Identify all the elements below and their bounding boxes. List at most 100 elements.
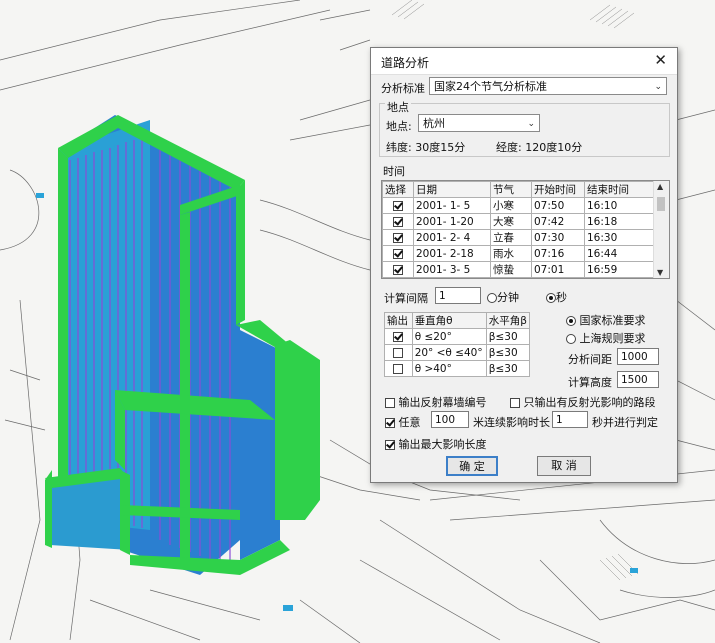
time-table-row[interactable]: 2001- 2- 4 立春 07:30 16:30 — [382, 229, 654, 246]
dialog-titlebar: 道路分析 ✕ — [371, 48, 677, 75]
col-horizontal: 水平角β — [485, 312, 531, 329]
cell-vertical: θ ≤20° — [411, 328, 487, 345]
distance-label: 分析间距 — [568, 353, 612, 366]
rule-national-radio[interactable]: 国家标准要求 — [566, 312, 646, 328]
cell-horizontal: β≤30 — [485, 344, 531, 361]
time-table-row[interactable]: 2001- 1-20 大寒 07:42 16:18 — [382, 213, 654, 230]
chevron-down-icon: ⌄ — [654, 82, 662, 92]
unit-second-label: 秒 — [556, 291, 567, 304]
standard-select[interactable]: 国家24个节气分析标准 ⌄ — [429, 77, 667, 95]
cell-horizontal: β≤30 — [485, 360, 531, 377]
cell-term: 惊蛰 — [490, 261, 532, 278]
checkbox-checked-icon[interactable] — [393, 248, 403, 259]
time-table: 选择 日期 节气 开始时间 结束时间 2001- 1- 5 小寒 07:50 16:1… — [381, 180, 670, 279]
interval-input[interactable]: 1 — [435, 287, 481, 304]
scroll-thumb[interactable] — [657, 197, 665, 211]
unit-minute-label: 分钟 — [497, 291, 519, 304]
opt-output-curtain[interactable]: 输出反射幕墙编号 — [385, 394, 487, 410]
unit-minute-radio[interactable]: 分钟 — [487, 289, 519, 305]
opt-output-curtain-label: 输出反射幕墙编号 — [398, 396, 487, 409]
col-output: 输出 — [384, 312, 413, 329]
unit-second-radio[interactable]: 秒 — [546, 289, 567, 305]
checkbox-icon[interactable] — [393, 347, 404, 358]
row-output-cell[interactable] — [384, 360, 413, 377]
opt-only-affected[interactable]: 只输出有反射光影响的路段 — [510, 394, 656, 410]
time-table-scrollbar[interactable]: ▲ ▼ — [653, 181, 669, 278]
radio-icon — [566, 334, 576, 344]
row-output-cell[interactable] — [384, 328, 413, 345]
time-table-row[interactable]: 2001- 2-18 雨水 07:16 16:44 — [382, 245, 654, 262]
checkbox-checked-icon[interactable] — [393, 264, 403, 275]
opt-duration-input[interactable]: 1 — [552, 411, 588, 428]
opt-max-length[interactable]: 输出最大影响长度 — [385, 436, 487, 452]
cell-date: 2001- 3- 5 — [413, 261, 491, 278]
scroll-down-icon[interactable]: ▼ — [657, 268, 663, 277]
standard-select-value: 国家24个节气分析标准 — [434, 80, 547, 93]
location-group-label: 地点 — [385, 99, 411, 115]
row-select-cell[interactable] — [382, 261, 414, 278]
time-table-row[interactable]: 2001- 1- 5 小寒 07:50 16:10 — [382, 197, 654, 214]
opt-any-distance-input[interactable]: 100 — [431, 411, 469, 428]
cell-term: 立春 — [490, 229, 532, 246]
dialog-title: 道路分析 — [381, 56, 430, 70]
cell-vertical: 20° <θ ≤40° — [411, 344, 487, 361]
radio-icon — [487, 293, 497, 303]
checkbox-icon[interactable] — [393, 363, 404, 374]
opt-any[interactable]: 任意 — [385, 414, 421, 430]
col-select: 选择 — [382, 181, 414, 198]
standard-label: 分析标准 — [381, 82, 425, 95]
row-select-cell[interactable] — [382, 197, 414, 214]
time-table-row[interactable]: 2001- 3- 5 惊蛰 07:01 16:59 — [382, 261, 654, 278]
row-output-cell[interactable] — [384, 344, 413, 361]
opt-any-mid-text: 米连续影响时长 — [473, 416, 550, 429]
col-date: 日期 — [413, 181, 491, 198]
location-select-value: 杭州 — [423, 117, 445, 130]
checkbox-checked-icon[interactable] — [393, 200, 403, 211]
angle-table: 输出 垂直角θ 水平角β θ ≤20° β≤30 20° <θ ≤40° β≤30 θ … — [384, 312, 531, 377]
rule-national-label: 国家标准要求 — [579, 314, 646, 327]
time-table-header: 选择 日期 节气 开始时间 结束时间 — [382, 181, 654, 198]
cell-date: 2001- 2-18 — [413, 245, 491, 262]
row-select-cell[interactable] — [382, 245, 414, 262]
radio-selected-icon — [546, 293, 556, 303]
cell-end: 16:10 — [584, 197, 654, 214]
angle-table-row[interactable]: θ >40° β≤30 — [384, 360, 531, 377]
col-vertical: 垂直角θ — [411, 312, 487, 329]
cell-end: 16:59 — [584, 261, 654, 278]
longitude-text: 经度: 120度10分 — [496, 141, 583, 154]
cell-date: 2001- 1- 5 — [413, 197, 491, 214]
checkbox-checked-icon — [385, 418, 395, 428]
angle-table-row[interactable]: 20° <θ ≤40° β≤30 — [384, 344, 531, 361]
cell-end: 16:18 — [584, 213, 654, 230]
angle-table-row[interactable]: θ ≤20° β≤30 — [384, 328, 531, 345]
cell-start: 07:50 — [531, 197, 585, 214]
row-select-cell[interactable] — [382, 229, 414, 246]
ok-button[interactable]: 确 定 — [446, 456, 498, 476]
opt-any-tail-text: 秒并进行判定 — [592, 416, 658, 429]
cancel-button[interactable]: 取 消 — [537, 456, 591, 476]
location-select[interactable]: 杭州 ⌄ — [418, 114, 540, 132]
checkbox-checked-icon[interactable] — [393, 331, 404, 342]
cell-vertical: θ >40° — [411, 360, 487, 377]
rule-shanghai-radio[interactable]: 上海规则要求 — [566, 330, 646, 346]
row-select-cell[interactable] — [382, 213, 414, 230]
height-input[interactable]: 1500 — [617, 371, 659, 388]
checkbox-checked-icon — [385, 440, 395, 450]
distance-input[interactable]: 1000 — [617, 348, 659, 365]
rule-shanghai-label: 上海规则要求 — [579, 332, 646, 345]
cell-term: 大寒 — [490, 213, 532, 230]
radio-selected-icon — [566, 316, 576, 326]
cell-start: 07:01 — [531, 261, 585, 278]
col-start: 开始时间 — [531, 181, 585, 198]
time-group-label: 时间 — [383, 165, 405, 178]
angle-table-header: 输出 垂直角θ 水平角β — [384, 312, 531, 329]
checkbox-checked-icon[interactable] — [393, 216, 403, 227]
checkbox-icon — [385, 398, 395, 408]
cell-date: 2001- 2- 4 — [413, 229, 491, 246]
cell-start: 07:42 — [531, 213, 585, 230]
close-icon[interactable]: ✕ — [654, 51, 667, 69]
scroll-up-icon[interactable]: ▲ — [657, 182, 663, 191]
opt-only-affected-label: 只输出有反射光影响的路段 — [523, 396, 656, 409]
opt-any-label: 任意 — [398, 416, 421, 429]
checkbox-checked-icon[interactable] — [393, 232, 403, 243]
